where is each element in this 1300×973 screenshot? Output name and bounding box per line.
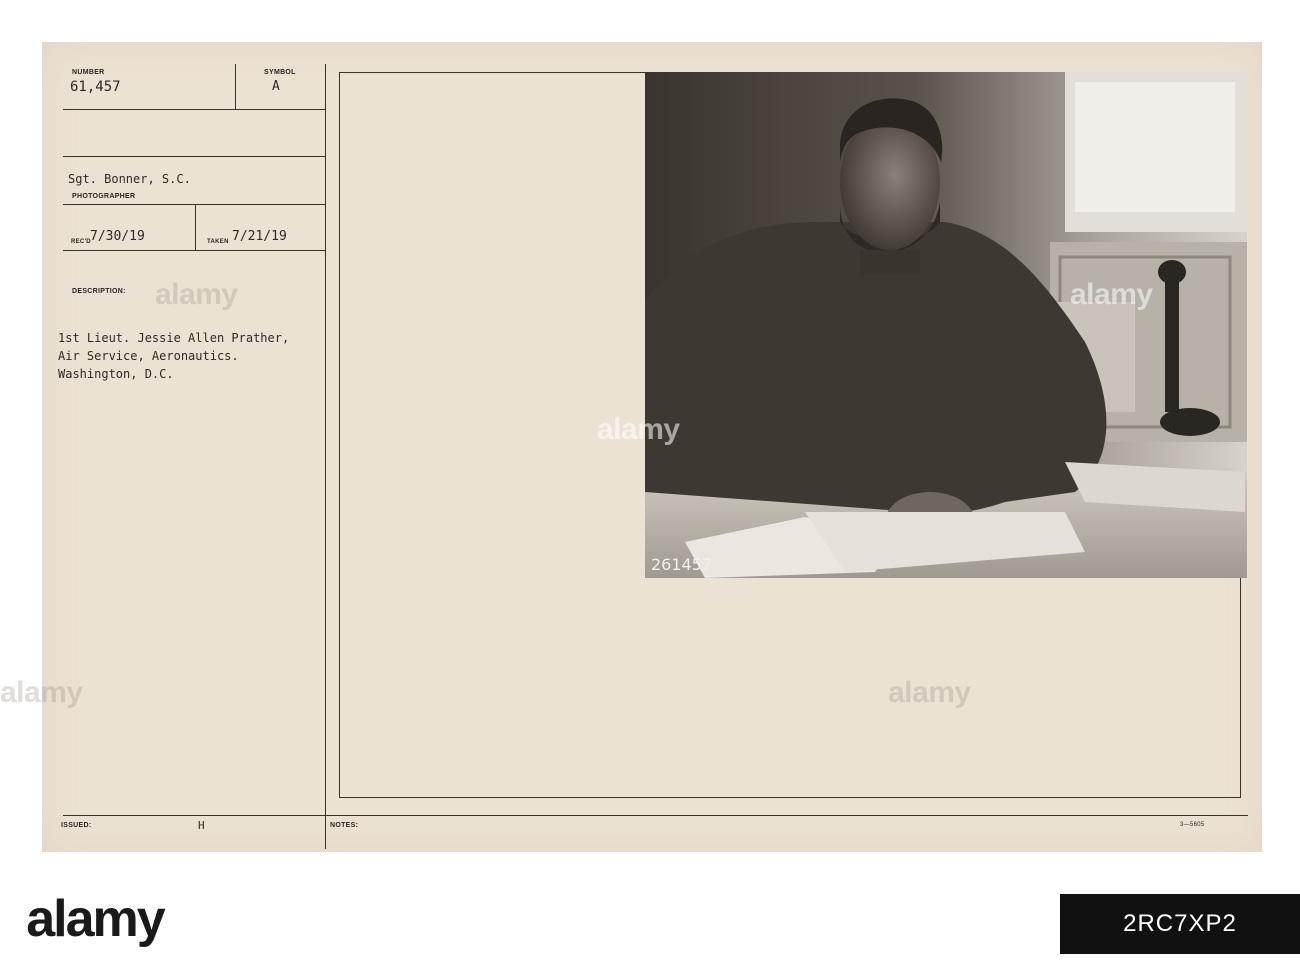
rule-dates-divider xyxy=(195,204,196,250)
watermark-5: alamy xyxy=(888,676,971,709)
symbol-label: SYMBOL xyxy=(264,69,296,76)
issued-value: H xyxy=(198,819,205,832)
rule-upper-gap xyxy=(63,156,325,157)
photographer-label: PHOTOGRAPHER xyxy=(72,193,136,200)
portrait-photo-image: 261457 xyxy=(645,72,1247,578)
watermark-1: alamy xyxy=(155,278,238,311)
taken-value: 7/21/19 xyxy=(232,229,287,244)
recd-label: REC'D xyxy=(71,239,91,245)
description-line-1: 1st Lieut. Jessie Allen Prather, xyxy=(58,331,290,345)
photographer-value: Sgt. Bonner, S.C. xyxy=(68,172,191,186)
portrait-photo: 261457 xyxy=(645,72,1247,578)
rule-bottom xyxy=(63,815,1248,816)
rule-dates-bottom xyxy=(63,250,325,251)
rule-number-bottom xyxy=(63,109,325,110)
description-label: DESCRIPTION: xyxy=(72,288,126,295)
watermark-3: alamy xyxy=(597,413,680,446)
number-value: 61,457 xyxy=(70,79,121,95)
symbol-value: A xyxy=(272,79,280,94)
watermark-4: alamy xyxy=(0,676,83,709)
description-line-3: Washington, D.C. xyxy=(58,367,174,381)
issued-label: ISSUED: xyxy=(61,822,92,829)
stock-id: 2RC7XP2 xyxy=(1060,894,1300,954)
form-code: 3—5605 xyxy=(1180,822,1205,828)
description-line-2: Air Service, Aeronautics. xyxy=(58,349,239,363)
notes-label: NOTES: xyxy=(330,822,359,829)
watermark-2: alamy xyxy=(1070,278,1153,311)
stock-logo: alamy xyxy=(26,890,165,948)
rule-number-divider xyxy=(235,64,236,109)
negative-number: 261457 xyxy=(651,555,712,574)
taken-label: TAKEN xyxy=(207,239,229,245)
rule-left-column xyxy=(325,64,326,849)
recd-value: 7/30/19 xyxy=(90,229,145,244)
rule-photographer xyxy=(63,204,325,205)
number-label: NUMBER xyxy=(72,69,105,76)
